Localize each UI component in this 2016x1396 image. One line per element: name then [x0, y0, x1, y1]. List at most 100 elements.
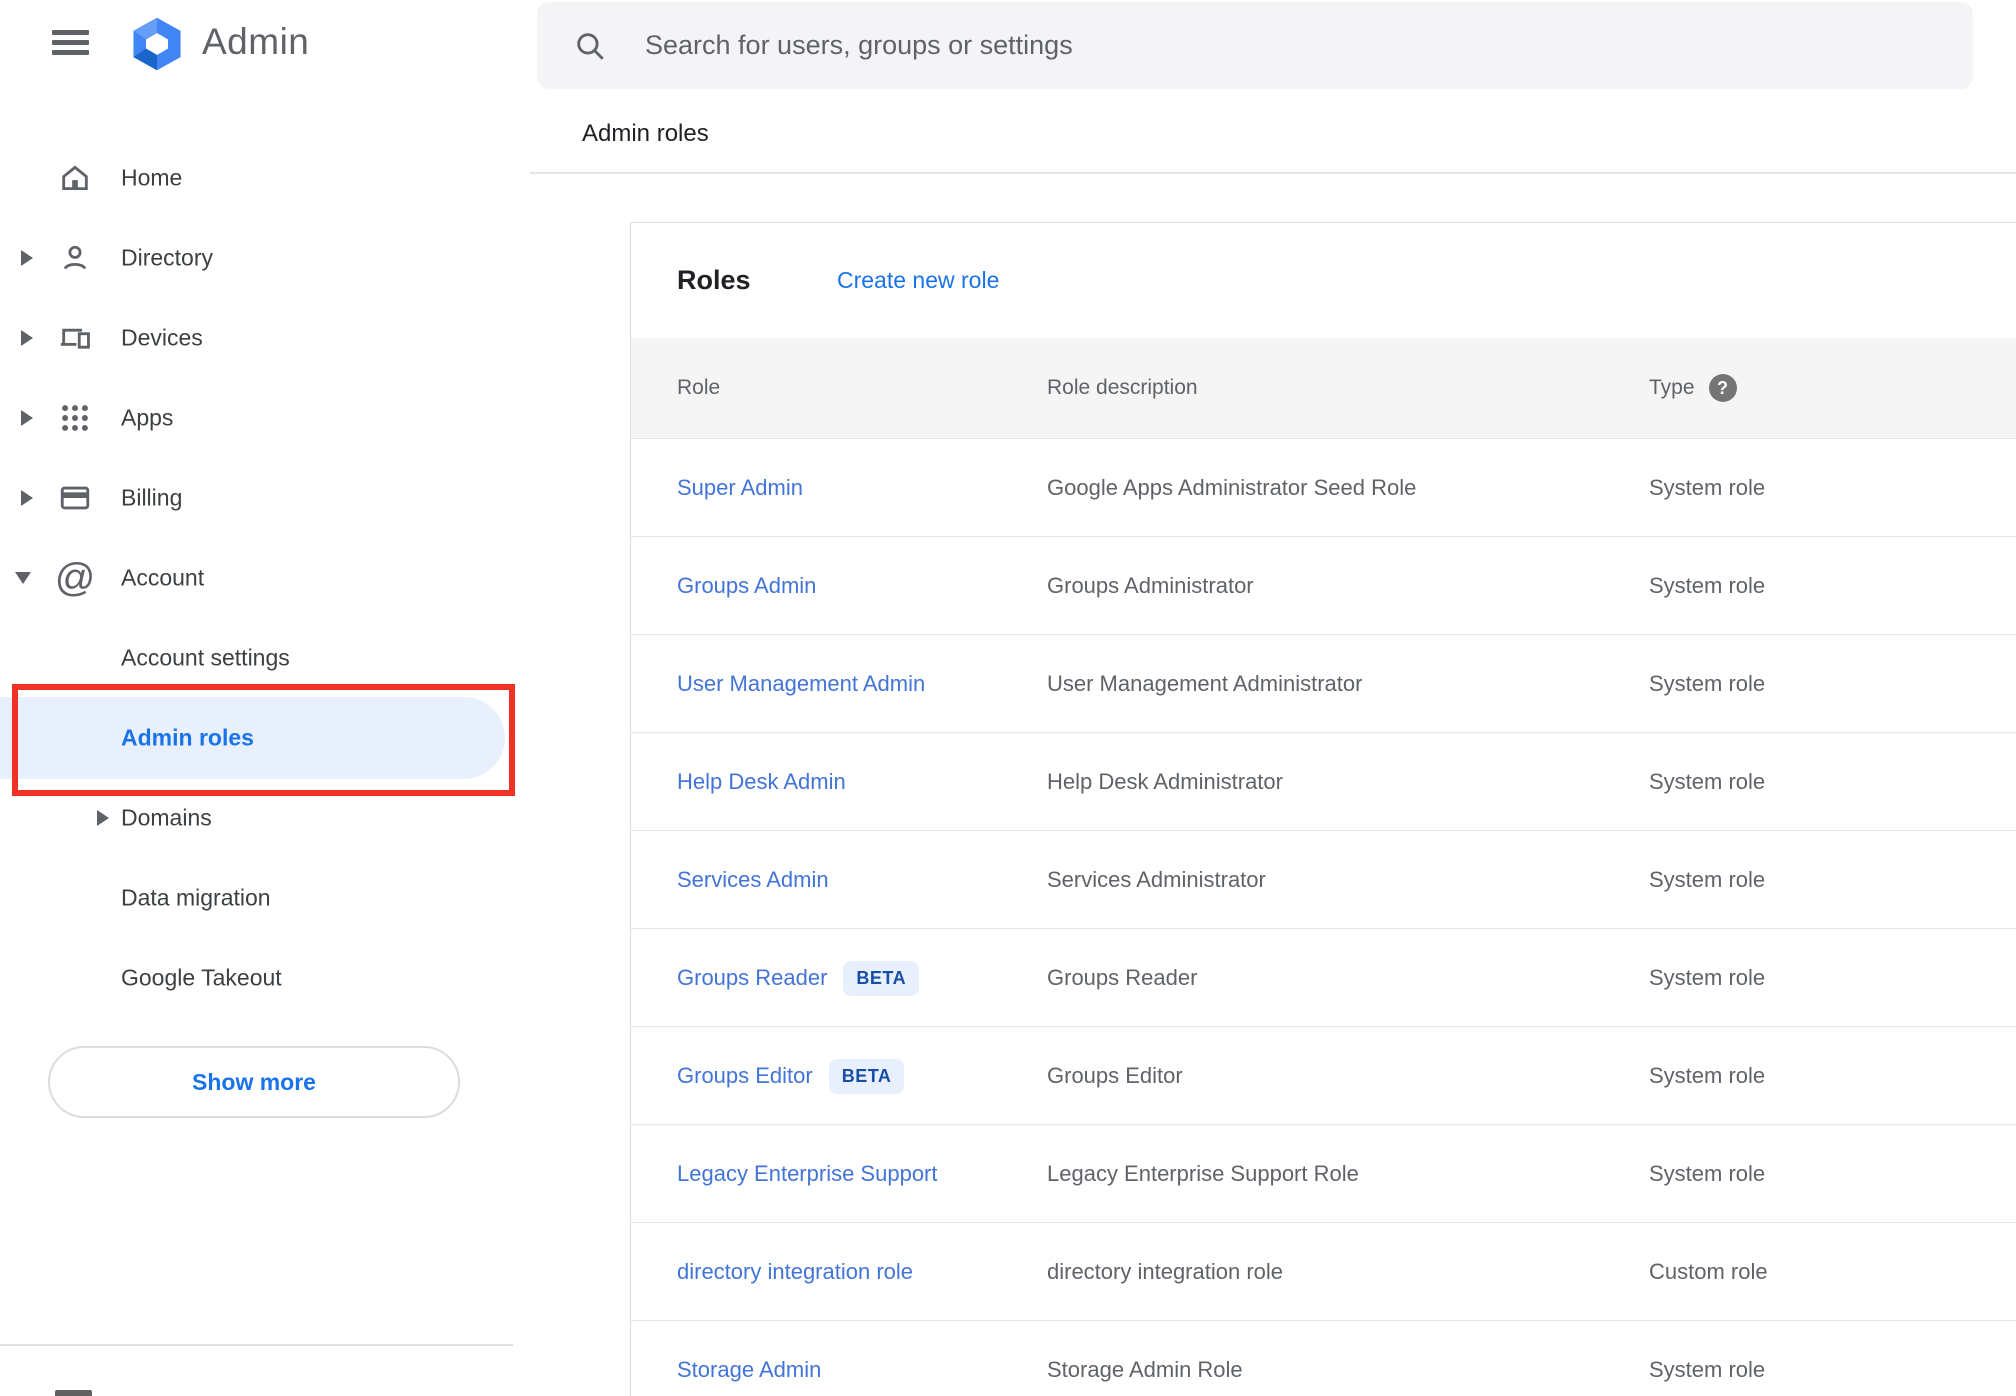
search-bar[interactable] — [537, 2, 1973, 89]
table-row: User Management Admin User Management Adm… — [631, 634, 2016, 732]
clipped-sidebar-icon — [55, 1390, 92, 1396]
expand-arrow-icon[interactable] — [21, 250, 33, 266]
role-link[interactable]: Services Admin — [677, 867, 829, 893]
expand-arrow-icon[interactable] — [21, 330, 33, 346]
role-type-cell: System role — [1649, 475, 1766, 500]
role-description-cell: Legacy Enterprise Support Role — [1047, 1161, 1359, 1186]
app-title: Admin — [202, 21, 310, 62]
role-description-cell: Storage Admin Role — [1047, 1357, 1243, 1382]
role-cell: directory integration role — [677, 1223, 913, 1321]
table-row: Help Desk Admin Help Desk Administrator Sy… — [631, 732, 2016, 830]
devices-icon — [57, 320, 93, 356]
table-row: Groups Admin Groups Administrator System r… — [631, 536, 2016, 634]
role-link[interactable]: Storage Admin — [677, 1357, 821, 1383]
role-cell: User Management Admin — [677, 635, 925, 733]
table-row: directory integration role directory inte… — [631, 1222, 2016, 1320]
panel-title: Roles — [677, 265, 751, 295]
role-type-cell: System role — [1649, 671, 1766, 696]
role-type-cell: System role — [1649, 867, 1766, 892]
help-icon[interactable]: ? — [1708, 374, 1737, 403]
billing-card-icon — [57, 480, 93, 516]
sidebar-item-label: Domains — [121, 804, 212, 831]
table-row: Super Admin Google Apps Administrator See… — [631, 438, 2016, 536]
expand-arrow-icon[interactable] — [21, 410, 33, 426]
admin-logo-icon[interactable] — [127, 15, 187, 78]
sidebar-divider — [0, 1344, 513, 1346]
role-link[interactable]: Legacy Enterprise Support — [677, 1161, 938, 1187]
apps-grid-icon — [57, 400, 93, 436]
sidebar-item-account-settings[interactable]: Account settings — [0, 618, 530, 698]
table-row: Storage Admin Storage Admin Role System ro… — [631, 1320, 2016, 1396]
role-description-cell: Google Apps Administrator Seed Role — [1047, 475, 1417, 500]
sidebar-item-label: Directory — [121, 244, 214, 271]
sidebar-item-devices[interactable]: Devices — [0, 298, 530, 378]
sidebar-item-domains[interactable]: Domains — [0, 778, 530, 858]
show-more-button[interactable]: Show more — [48, 1046, 460, 1118]
sidebar-item-data-migration[interactable]: Data migration — [0, 858, 530, 938]
role-description-cell: Help Desk Administrator — [1047, 769, 1283, 794]
table-header-row: Role Role description Type? — [631, 338, 2016, 438]
sidebar-item-home[interactable]: Home — [0, 138, 530, 218]
table-row: Groups Reader BETA Groups Reader System rol… — [631, 928, 2016, 1026]
role-description-cell: Services Administrator — [1047, 867, 1266, 892]
collapse-arrow-icon[interactable] — [15, 572, 31, 584]
role-type-cell: System role — [1649, 769, 1766, 794]
sidebar-item-billing[interactable]: Billing — [0, 458, 530, 538]
role-description-cell: directory integration role — [1047, 1259, 1284, 1284]
sidebar-item-label: Account settings — [121, 644, 290, 671]
role-description-cell: Groups Reader — [1047, 965, 1198, 990]
sidebar-item-label: Devices — [121, 324, 203, 351]
create-new-role-link[interactable]: Create new role — [837, 223, 999, 338]
home-icon — [57, 160, 93, 196]
sidebar-item-directory[interactable]: Directory — [0, 218, 530, 298]
role-link[interactable]: directory integration role — [677, 1259, 913, 1285]
table-row: Legacy Enterprise Support Legacy Enterpri… — [631, 1124, 2016, 1222]
sidebar-item-label: Account — [121, 564, 205, 591]
column-header-role: Role — [677, 376, 721, 399]
expand-arrow-icon[interactable] — [97, 810, 109, 826]
sidebar-item-label: Home — [121, 164, 183, 191]
sidebar-item-account[interactable]: @ Account — [0, 538, 530, 618]
role-type-cell: System role — [1649, 965, 1766, 990]
role-cell: Legacy Enterprise Support — [677, 1125, 938, 1223]
search-icon — [573, 29, 607, 68]
table-body: Super Admin Google Apps Administrator See… — [631, 438, 2016, 1396]
sidebar-item-admin-roles[interactable]: Admin roles — [0, 697, 530, 779]
role-cell: Services Admin — [677, 831, 829, 929]
role-type-cell: System role — [1649, 1357, 1766, 1382]
sidebar-item-label: Data migration — [121, 884, 271, 911]
role-type-cell: System role — [1649, 1063, 1766, 1088]
role-link[interactable]: Help Desk Admin — [677, 769, 846, 795]
role-link[interactable]: Super Admin — [677, 475, 803, 501]
sidebar-item-apps[interactable]: Apps — [0, 378, 530, 458]
role-link[interactable]: Groups Reader — [677, 965, 827, 991]
expand-arrow-icon[interactable] — [21, 490, 33, 506]
column-header-description: Role description — [1047, 376, 1198, 399]
search-input[interactable] — [645, 2, 1945, 89]
role-description-cell: User Management Administrator — [1047, 671, 1363, 696]
role-cell: Storage Admin — [677, 1321, 821, 1396]
breadcrumb: Admin roles — [582, 120, 709, 147]
sidebar-nav: Home Directory Devices Apps Billing @ Account A… — [0, 138, 530, 1018]
sidebar-item-label: Admin roles — [121, 724, 254, 751]
table-row: Groups Editor BETA Groups Editor System rol… — [631, 1026, 2016, 1124]
role-link[interactable]: Groups Editor — [677, 1063, 813, 1089]
role-description-cell: Groups Administrator — [1047, 573, 1254, 598]
sidebar-item-label: Google Takeout — [121, 964, 282, 991]
person-icon — [57, 240, 93, 276]
sidebar-item-google-takeout[interactable]: Google Takeout — [0, 938, 530, 1018]
role-type-cell: Custom role — [1649, 1259, 1768, 1284]
column-header-type: Type? — [1649, 338, 1737, 438]
role-type-cell: System role — [1649, 573, 1766, 598]
admin-console-screen: Admin Admin roles Home Directory Devices Ap… — [0, 0, 2016, 1396]
roles-card: Roles Create new role Role Role descript… — [630, 222, 2016, 1396]
at-sign-icon: @ — [54, 556, 96, 600]
role-link[interactable]: Groups Admin — [677, 573, 816, 599]
role-description-cell: Groups Editor — [1047, 1063, 1183, 1088]
header-divider — [530, 172, 2016, 174]
beta-badge: BETA — [828, 1058, 905, 1094]
role-link[interactable]: User Management Admin — [677, 671, 925, 697]
role-type-cell: System role — [1649, 1161, 1766, 1186]
menu-icon[interactable] — [52, 30, 89, 55]
role-cell: Help Desk Admin — [677, 733, 846, 831]
